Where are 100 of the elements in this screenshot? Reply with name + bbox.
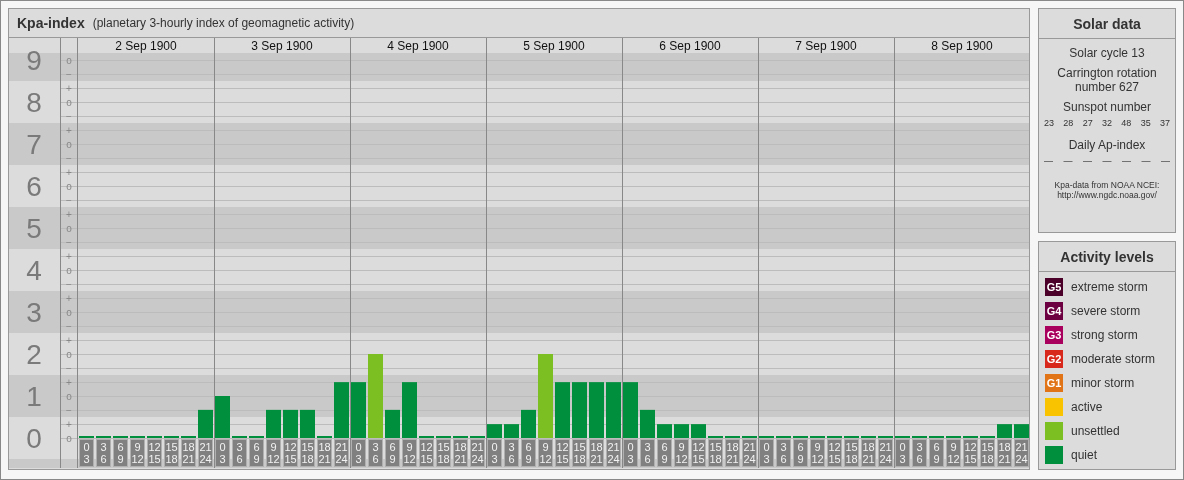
- time-slot-label: 15 18: [844, 439, 859, 467]
- x-tick-label: 3 6: [644, 441, 651, 465]
- x-tick-label: 0 3: [763, 441, 770, 465]
- x-tick-label: 0 3: [219, 441, 226, 465]
- time-slot-label: 12 15: [283, 439, 298, 467]
- time-slot-label: 9 12: [130, 439, 145, 467]
- ap-index-value: —: [1063, 156, 1073, 166]
- scale-mark: −: [66, 362, 72, 374]
- sunspot-label: Sunspot number: [1061, 100, 1153, 114]
- scale-mark: +: [66, 292, 72, 304]
- sunspot-value: 32: [1102, 118, 1112, 128]
- time-slot-label: 3 6: [912, 439, 927, 467]
- time-slot-label: 15 18: [980, 439, 995, 467]
- time-slot-label: 21 24: [606, 439, 621, 467]
- time-slot-label: 6 9: [929, 439, 944, 467]
- time-slot-label: 12 15: [419, 439, 434, 467]
- axis-tick-label: 1: [26, 381, 42, 412]
- time-slot-label: 0 3: [215, 439, 230, 467]
- scale-mark: +: [66, 166, 72, 178]
- time-slot-label: 9 12: [402, 439, 417, 467]
- time-slot-label: 0 3: [895, 439, 910, 467]
- source-url: http://www.ngdc.noaa.gov/: [1056, 190, 1158, 200]
- level-label: extreme storm: [1071, 280, 1148, 294]
- date-label: 7 Sep 1900: [795, 39, 857, 53]
- scale-mark: o: [66, 96, 72, 108]
- axis-tick-label: 0: [26, 423, 42, 454]
- date-label: 6 Sep 1900: [659, 39, 721, 53]
- time-slot-label: 18 21: [589, 439, 604, 467]
- scale-mark: −: [66, 152, 72, 164]
- sunspot-value: 48: [1121, 118, 1132, 128]
- x-tick-label: 0 3: [899, 441, 906, 465]
- time-slot-label: 6 9: [249, 439, 264, 467]
- level-label: moderate storm: [1071, 352, 1156, 366]
- x-tick-label: 0 3: [627, 441, 634, 465]
- time-slot-label: 18 21: [181, 439, 196, 467]
- axis-tick-label: 8: [26, 87, 42, 118]
- x-tick-label: 3 6: [780, 441, 787, 465]
- x-tick-label: 6 9: [933, 441, 940, 465]
- time-slot-label: 3 6: [640, 439, 655, 467]
- panel-heading: Solar data: [1039, 9, 1175, 39]
- scale-mark: −: [66, 68, 72, 80]
- solar-cycle-text: Solar cycle 13: [1068, 46, 1146, 60]
- level-label: unsettled: [1071, 424, 1120, 438]
- scale-mark: −: [66, 110, 72, 122]
- axis-tick-label: 6: [26, 171, 42, 202]
- level-badge: G2: [1045, 350, 1063, 368]
- time-slot-label: 21 24: [1014, 439, 1029, 467]
- date-label: 5 Sep 1900: [523, 39, 585, 53]
- x-tick-label: 6 9: [797, 441, 804, 465]
- scale-mark: −: [66, 194, 72, 206]
- time-slot-label: 18 21: [997, 439, 1012, 467]
- panel-heading: Activity levels: [1039, 242, 1175, 272]
- level-label: severe storm: [1071, 304, 1141, 318]
- x-tick-label: 6 9: [117, 441, 124, 465]
- scale-mark: o: [66, 180, 72, 192]
- x-tick-label: 6 9: [253, 441, 260, 465]
- time-slot-label: 0 3: [759, 439, 774, 467]
- time-slot-label: 3 6: [504, 439, 519, 467]
- scale-mark: +: [66, 82, 72, 94]
- axis-tick-label: 2: [26, 339, 42, 370]
- scale-mark: +: [66, 250, 72, 262]
- ap-index-value: —: [1083, 156, 1092, 166]
- time-slot-label: 6 9: [793, 439, 808, 467]
- scale-mark: +: [66, 208, 72, 220]
- time-slot-label: 3 6: [96, 439, 111, 467]
- level-label: strong storm: [1071, 328, 1138, 342]
- time-slot-label: 15 18: [436, 439, 451, 467]
- sunspot-value: 27: [1082, 118, 1093, 128]
- scale-mark: −: [66, 320, 72, 332]
- level-label: quiet: [1071, 448, 1098, 462]
- time-slot-label: 9 12: [674, 439, 689, 467]
- time-slot-label: 12 15: [827, 439, 842, 467]
- time-slot-label: 0 3: [79, 439, 94, 467]
- date-label: 8 Sep 1900: [931, 39, 993, 53]
- time-slot-label: 9 12: [538, 439, 553, 467]
- ap-index-label: Daily Ap-index: [1067, 138, 1147, 152]
- panel-subtitle: (planetary 3-hourly index of geomagnetic activity): [92, 16, 355, 30]
- axis-tick-label: 4: [26, 255, 42, 286]
- date-label: 3 Sep 1900: [251, 39, 313, 53]
- scale-mark: o: [66, 264, 72, 276]
- time-slot-label: 6 9: [521, 439, 536, 467]
- x-tick-label: 3 6: [508, 441, 515, 465]
- level-badge: G3: [1045, 326, 1063, 344]
- axis-tick-label: 3: [26, 297, 42, 328]
- source-note: Kpa-data from NOAA NCEI:: [1054, 180, 1160, 190]
- x-tick-label: 0 3: [491, 441, 498, 465]
- x-tick-label: 3 6: [372, 441, 379, 465]
- scale-mark: −: [66, 278, 72, 290]
- time-slot-label: 21 24: [334, 439, 349, 467]
- scale-mark: +: [66, 334, 72, 346]
- time-slot-label: 6 9: [385, 439, 400, 467]
- time-slot-label: 9 12: [946, 439, 961, 467]
- time-slot-label: 21 24: [470, 439, 485, 467]
- scale-mark: −: [66, 404, 72, 416]
- x-tick-label: 6 9: [389, 441, 396, 465]
- scale-mark: +: [66, 124, 72, 136]
- ap-index-value: —: [1161, 156, 1170, 166]
- time-slot-label: 0 3: [351, 439, 366, 467]
- x-tick-label: 3 6: [916, 441, 923, 465]
- x-tick-label: 0 3: [83, 441, 90, 465]
